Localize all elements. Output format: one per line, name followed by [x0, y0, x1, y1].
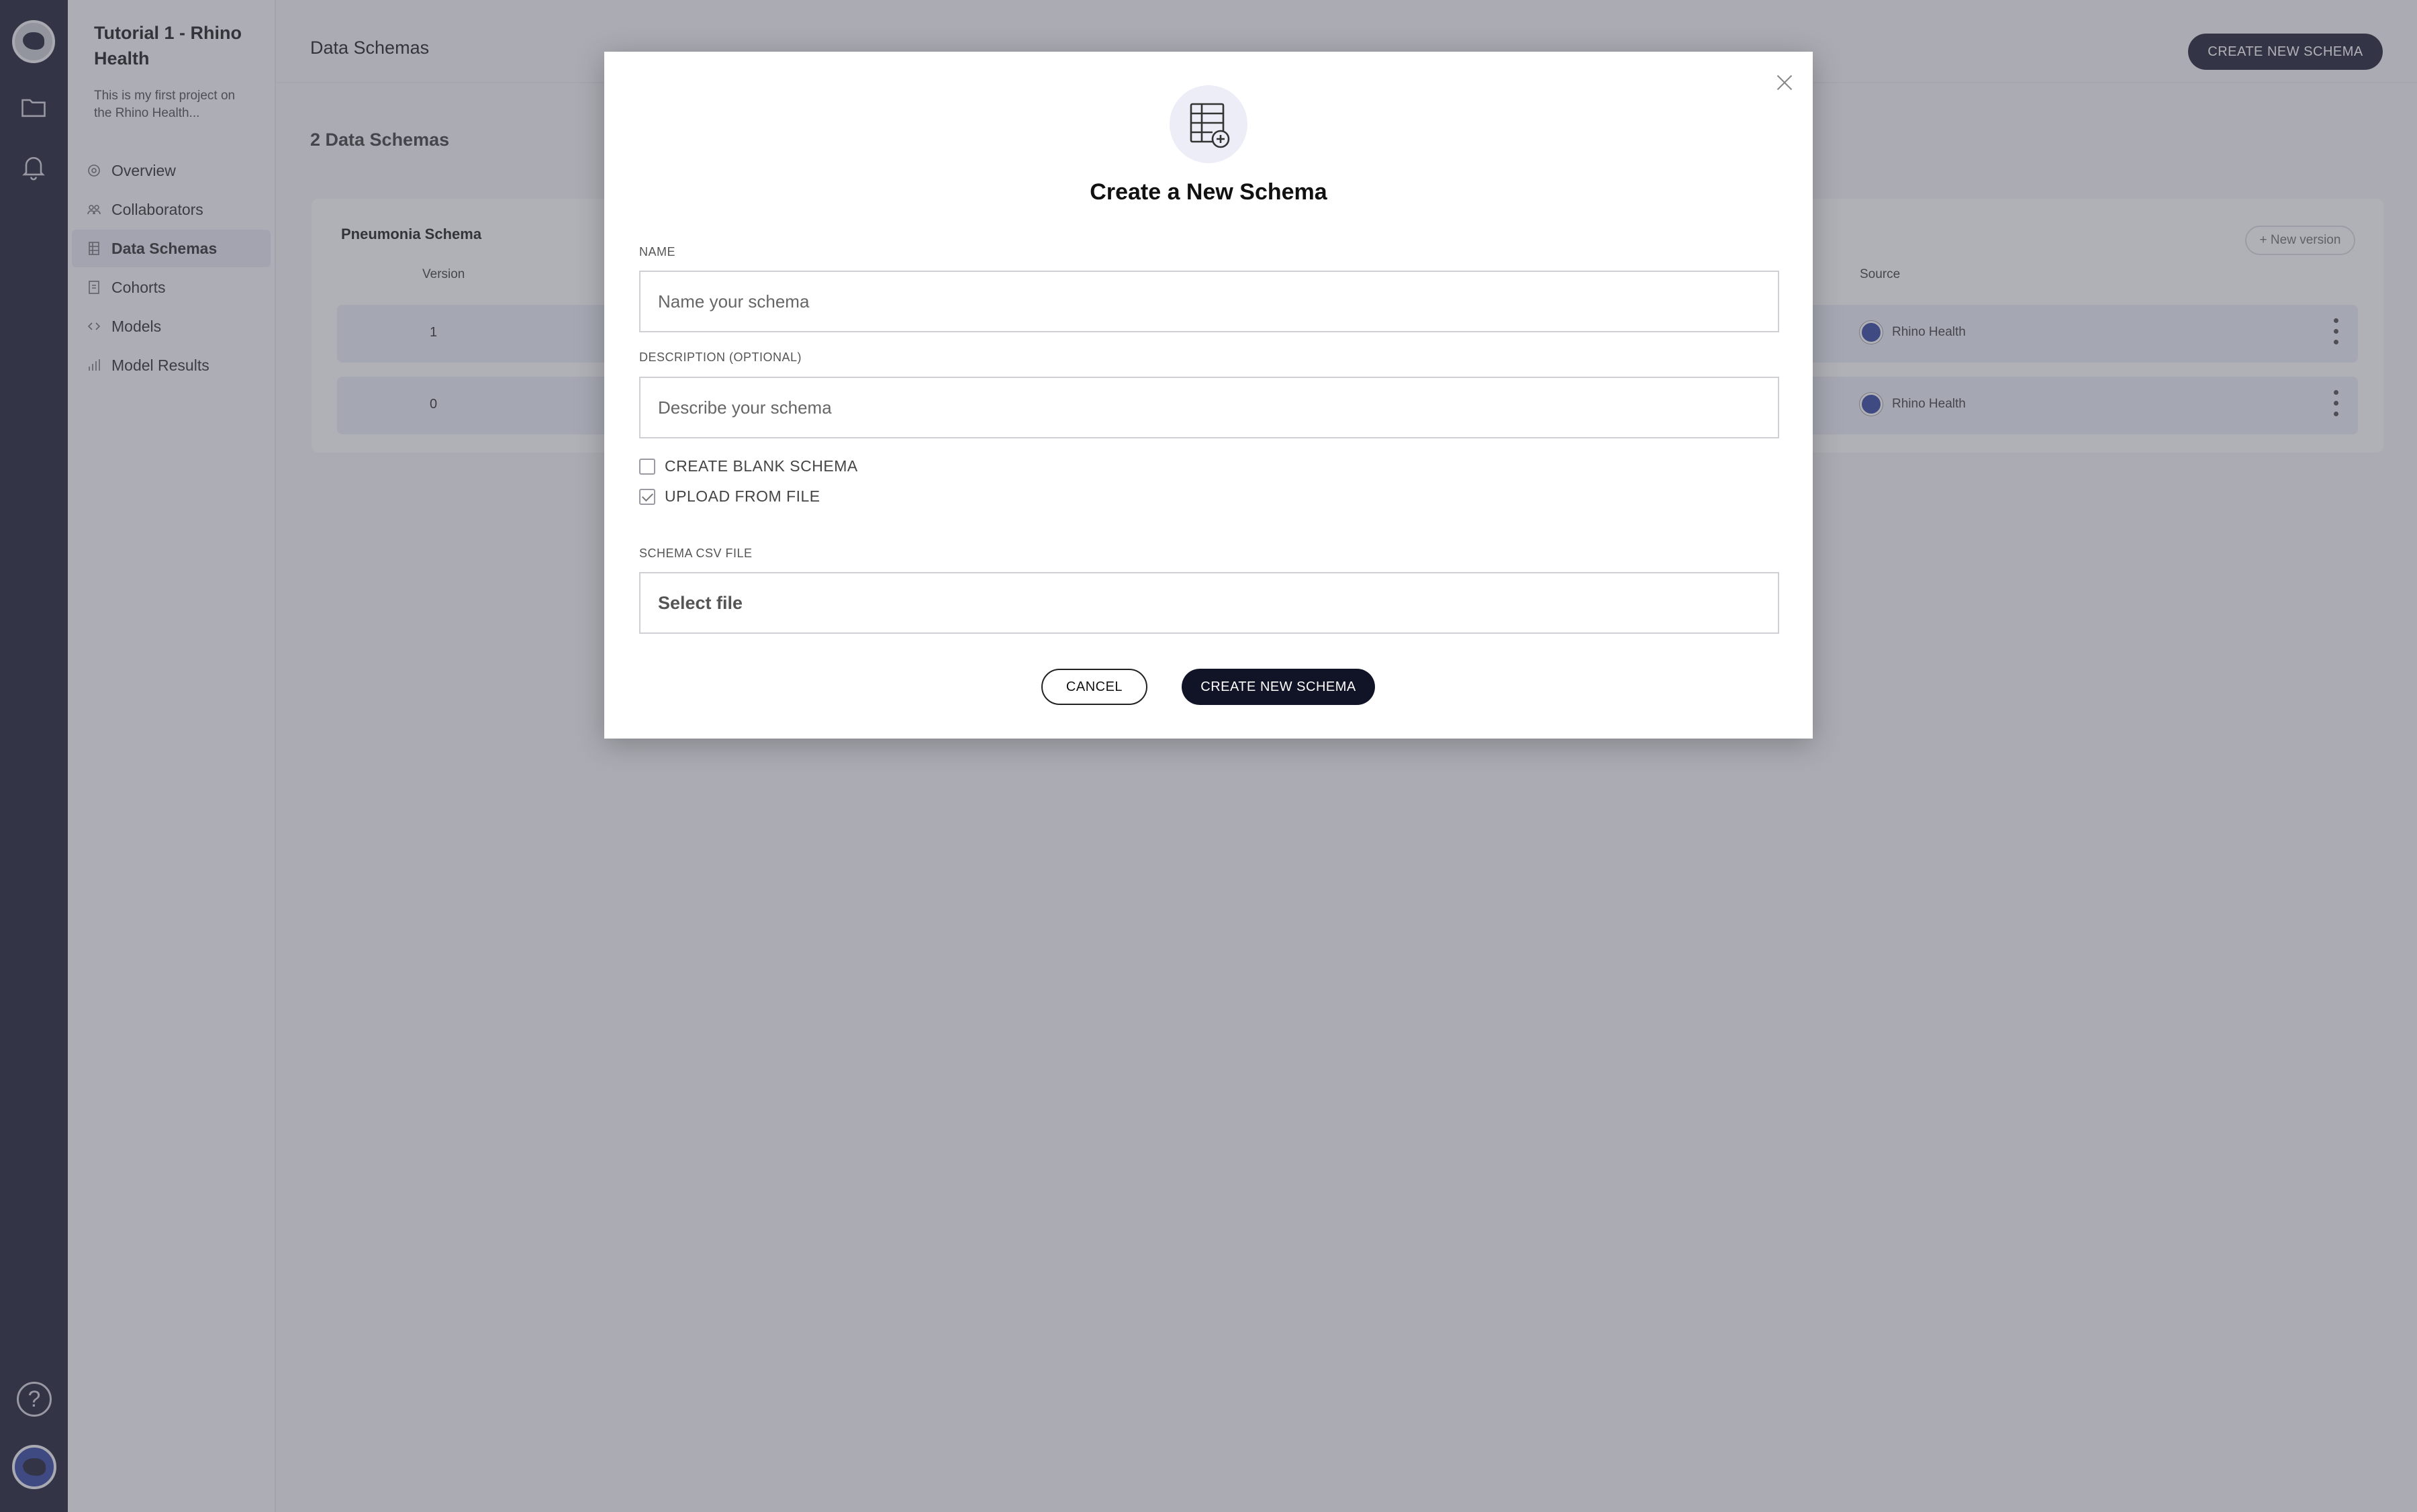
select-file-input[interactable]: Select file: [639, 572, 1779, 634]
create-blank-checkbox[interactable]: [639, 458, 655, 475]
upload-from-file-checkbox[interactable]: [639, 488, 655, 505]
schema-csv-file-label: SCHEMA CSV FILE: [639, 547, 753, 560]
create-blank-label: CREATE BLANK SCHEMA: [665, 457, 858, 475]
schema-table-icon: [1170, 85, 1247, 163]
upload-from-file-option[interactable]: UPLOAD FROM FILE: [639, 487, 820, 506]
upload-from-file-label: UPLOAD FROM FILE: [665, 487, 820, 505]
create-new-schema-submit-button[interactable]: CREATE NEW SCHEMA: [1182, 669, 1375, 705]
description-label: DESCRIPTION (OPTIONAL): [639, 350, 802, 364]
create-blank-option[interactable]: CREATE BLANK SCHEMA: [639, 457, 858, 475]
name-input[interactable]: [639, 271, 1779, 332]
description-input[interactable]: [639, 377, 1779, 438]
name-label: NAME: [639, 245, 676, 258]
modal-title: Create a New Schema: [1090, 179, 1327, 205]
create-schema-modal: Create a New Schema NAME DESCRIPTION (OP…: [604, 52, 1813, 739]
close-icon[interactable]: [1772, 70, 1797, 95]
cancel-button[interactable]: CANCEL: [1041, 669, 1147, 705]
